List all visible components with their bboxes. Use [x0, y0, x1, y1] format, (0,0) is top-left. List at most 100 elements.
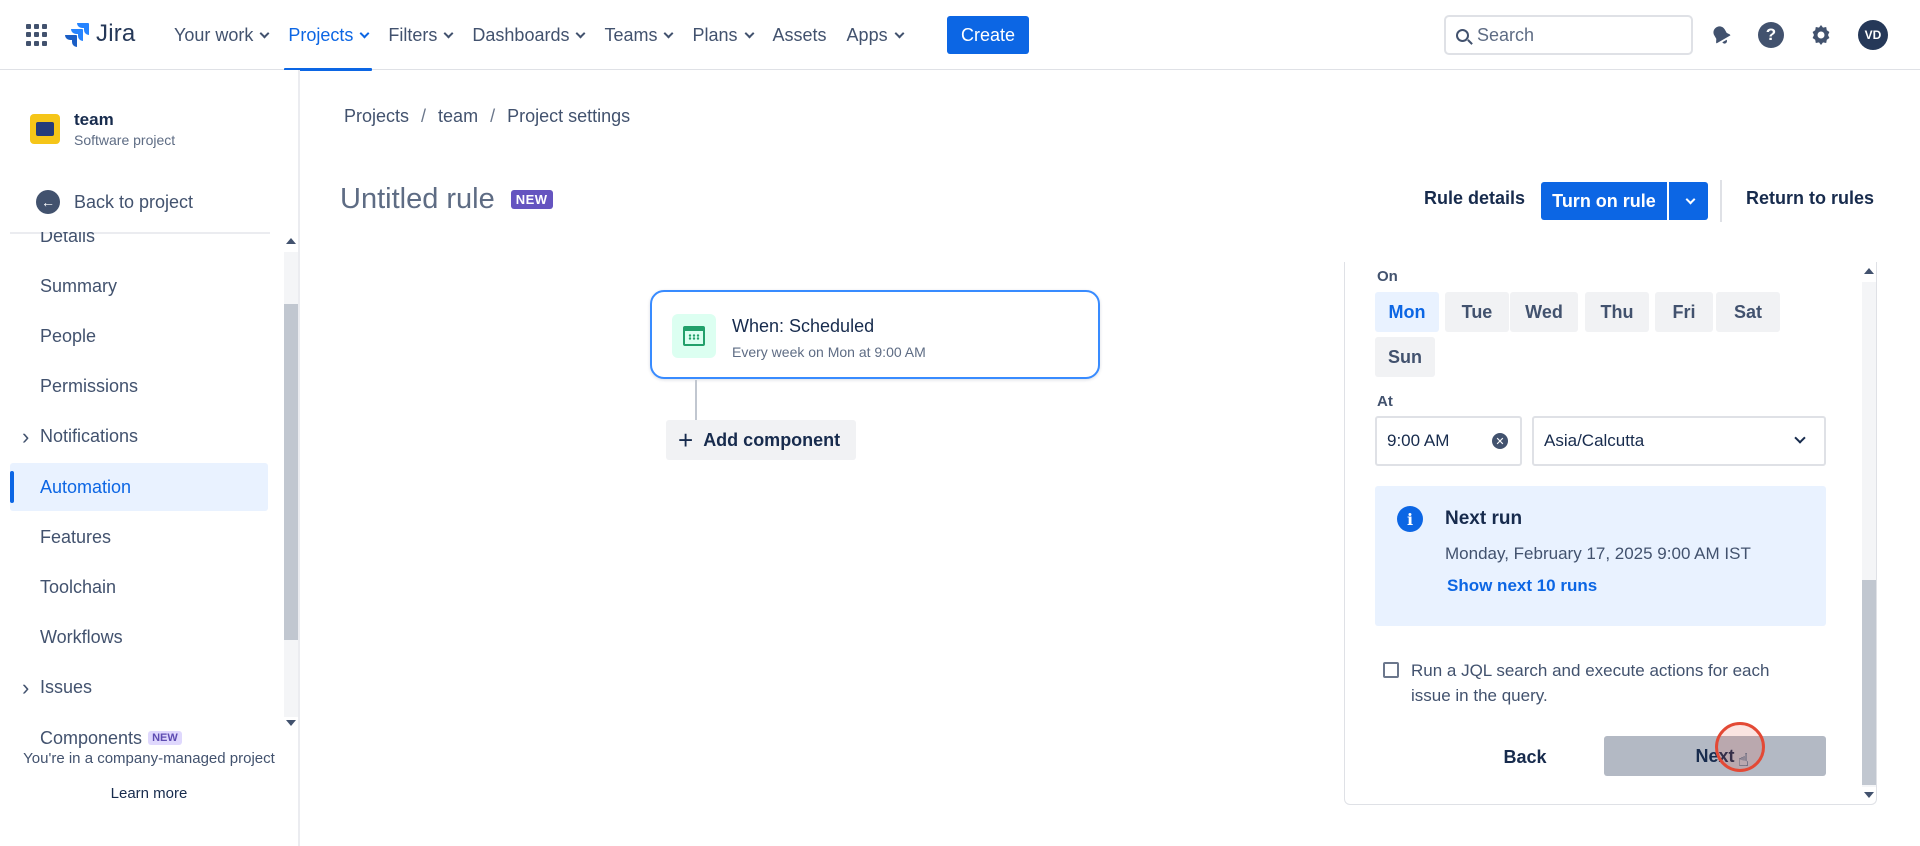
- jql-checkbox-label[interactable]: Run a JQL search and execute actions for…: [1411, 658, 1811, 708]
- sidebar-item-notifications[interactable]: › Notifications: [10, 413, 268, 461]
- sidebar-item-automation[interactable]: Automation: [10, 463, 268, 511]
- user-avatar[interactable]: VD: [1858, 20, 1888, 50]
- back-to-project-label: Back to project: [74, 191, 194, 212]
- at-label: At: [1377, 393, 1393, 410]
- add-component-button[interactable]: + Add component: [666, 420, 856, 460]
- chevron-down-icon: [359, 28, 370, 38]
- sidebar-footer: You're in a company-managed project Lear…: [0, 750, 298, 802]
- day-sun[interactable]: Sun: [1375, 337, 1435, 377]
- sidebar-item-summary[interactable]: Summary: [10, 262, 268, 310]
- search-icon: [1456, 28, 1469, 42]
- breadcrumb: Projects / team / Project settings: [344, 106, 631, 127]
- nav-apps[interactable]: Apps: [837, 0, 913, 70]
- scroll-down-icon[interactable]: [1864, 792, 1874, 798]
- notifications-icon[interactable]: [1708, 22, 1734, 48]
- rule-title: Untitled rule NEW: [340, 183, 553, 216]
- sidebar-item-label: People: [40, 325, 97, 346]
- day-mon[interactable]: Mon: [1375, 292, 1439, 332]
- nav-filters[interactable]: Filters: [378, 0, 462, 70]
- rule-details-button[interactable]: Rule details: [1424, 188, 1525, 209]
- scheduled-trigger-card[interactable]: When: Scheduled Every week on Mon at 9:0…: [650, 290, 1100, 379]
- chevron-right-icon[interactable]: ›: [22, 424, 29, 450]
- sidebar-item-toolchain[interactable]: Toolchain: [10, 563, 268, 611]
- day-sat[interactable]: Sat: [1716, 292, 1780, 332]
- chevron-right-icon[interactable]: ›: [22, 675, 29, 701]
- clear-icon[interactable]: ✕: [1492, 433, 1508, 449]
- on-label: On: [1377, 268, 1398, 285]
- info-icon: i: [1397, 506, 1423, 532]
- nav-label: Teams: [604, 24, 658, 45]
- sidebar-nav-list: Details Summary People Permissions › Notifica…: [0, 232, 282, 799]
- sidebar-item-details[interactable]: Details: [10, 232, 268, 260]
- day-thu[interactable]: Thu: [1585, 292, 1649, 332]
- nav-dashboards[interactable]: Dashboards: [462, 0, 594, 70]
- nav-plans[interactable]: Plans: [682, 0, 762, 70]
- plus-icon: +: [678, 425, 694, 455]
- chevron-down-icon: [664, 28, 674, 38]
- time-field[interactable]: 9:00 AM ✕: [1375, 416, 1522, 466]
- arrow-left-icon: ←: [36, 190, 60, 214]
- project-avatar-icon: [30, 114, 60, 144]
- scroll-down-icon[interactable]: [286, 720, 296, 726]
- nav-label: Dashboards: [472, 24, 570, 45]
- day-tue[interactable]: Tue: [1445, 292, 1509, 332]
- sidebar-item-label: Features: [40, 526, 112, 547]
- jira-logo[interactable]: Jira: [64, 20, 135, 48]
- jira-logo-text: Jira: [96, 20, 136, 47]
- turn-on-rule-dropdown[interactable]: [1669, 182, 1708, 220]
- rule-title-text[interactable]: Untitled rule: [340, 183, 495, 216]
- help-icon[interactable]: ?: [1758, 22, 1784, 48]
- nav-label: Plans: [692, 24, 738, 45]
- trigger-title: When: Scheduled: [732, 316, 875, 336]
- scrollbar-thumb[interactable]: [1862, 580, 1876, 785]
- app-switcher-icon[interactable]: [26, 24, 48, 46]
- project-name: team: [74, 110, 114, 129]
- learn-more-link[interactable]: Learn more: [0, 785, 298, 802]
- company-managed-note: You're in a company-managed project: [23, 750, 275, 767]
- sidebar-item-features[interactable]: Features: [10, 513, 268, 561]
- nav-label: Your work: [174, 24, 254, 45]
- project-header[interactable]: team Software project: [30, 110, 175, 148]
- back-to-project-link[interactable]: ← Back to project: [36, 190, 193, 214]
- create-button[interactable]: Create: [947, 16, 1029, 54]
- next-run-info: i Next run Monday, February 17, 2025 9:0…: [1375, 486, 1826, 626]
- sidebar-item-people[interactable]: People: [10, 312, 268, 360]
- hand-cursor-icon: ☝: [1738, 750, 1749, 770]
- sidebar-item-label: Permissions: [40, 376, 139, 397]
- project-sidebar: team Software project ← Back to project …: [0, 70, 300, 846]
- jql-checkbox[interactable]: [1383, 662, 1399, 678]
- panel-scrollbar[interactable]: [1860, 262, 1877, 805]
- nav-projects[interactable]: Projects: [278, 0, 378, 71]
- chevron-down-icon: [443, 28, 454, 38]
- day-fri[interactable]: Fri: [1655, 292, 1713, 332]
- breadcrumb-project-settings[interactable]: Project settings: [507, 106, 630, 127]
- chevron-down-icon: [259, 28, 270, 38]
- schedule-config-panel: On Mon Tue Wed Thu Fri Sat Sun At 9:00 AM ✕ As…: [1344, 262, 1877, 805]
- jira-logo-icon: [65, 23, 89, 47]
- sidebar-item-issues[interactable]: › Issues: [10, 664, 268, 712]
- scrollbar-thumb[interactable]: [284, 304, 298, 640]
- sidebar-scrollbar[interactable]: [282, 232, 298, 727]
- add-component-label: Add component: [703, 429, 841, 450]
- return-to-rules-button[interactable]: Return to rules: [1746, 188, 1874, 209]
- breadcrumb-project[interactable]: team: [438, 106, 478, 127]
- search-input[interactable]: Search: [1444, 15, 1693, 55]
- breadcrumb-projects[interactable]: Projects: [344, 106, 409, 127]
- scroll-up-icon[interactable]: [1864, 268, 1874, 274]
- sidebar-item-label: Issues: [40, 677, 93, 698]
- project-type: Software project: [74, 132, 176, 148]
- sidebar-item-workflows[interactable]: Workflows: [10, 614, 268, 662]
- nav-your-work[interactable]: Your work: [164, 0, 278, 70]
- show-next-runs-link[interactable]: Show next 10 runs: [1447, 576, 1597, 596]
- sidebar-item-permissions[interactable]: Permissions: [10, 363, 268, 411]
- top-navigation: Jira Your work Projects Filters Dashboards T…: [0, 0, 1920, 71]
- nav-assets[interactable]: Assets: [763, 0, 837, 70]
- nav-teams[interactable]: Teams: [594, 0, 682, 70]
- day-wed[interactable]: Wed: [1510, 292, 1578, 332]
- settings-gear-icon[interactable]: [1808, 22, 1834, 48]
- scroll-up-icon[interactable]: [286, 238, 296, 244]
- turn-on-rule-button[interactable]: Turn on rule: [1541, 182, 1667, 220]
- timezone-select[interactable]: Asia/Calcutta: [1532, 416, 1826, 466]
- sidebar-item-label: Toolchain: [40, 576, 117, 597]
- back-button[interactable]: Back: [1445, 737, 1605, 777]
